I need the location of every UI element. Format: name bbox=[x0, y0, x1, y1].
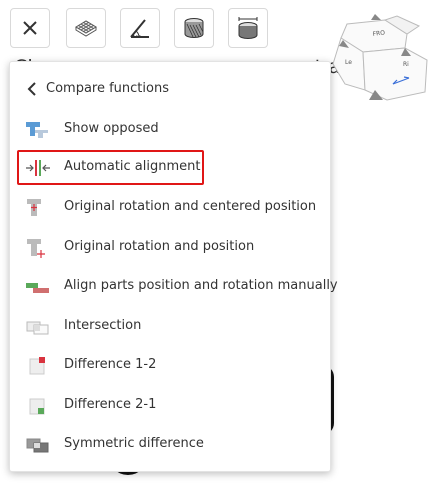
menu-title: Compare functions bbox=[46, 81, 169, 96]
compare-functions-menu: Compare functions Show opposed Automatic… bbox=[9, 61, 338, 472]
menu-item-label: Intersection bbox=[64, 318, 142, 333]
original-position-icon bbox=[27, 239, 45, 258]
menu-item-original-rotation-position[interactable]: Original rotation and position bbox=[10, 229, 330, 267]
nav-cube-face-right: Ri bbox=[403, 61, 409, 68]
menu-item-label: Original rotation and centered position bbox=[64, 199, 317, 214]
intersection-icon bbox=[26, 321, 49, 335]
dimension-icon bbox=[238, 17, 258, 39]
original-centered-icon bbox=[27, 199, 41, 216]
mesh-icon bbox=[75, 20, 97, 37]
menu-item-label: Align parts position and rotation manual… bbox=[64, 278, 338, 293]
difference-2-1-icon bbox=[29, 398, 45, 415]
menu-item-difference-2-1[interactable]: Difference 2-1 bbox=[10, 387, 330, 425]
menu-item-align-manually[interactable]: Align parts position and rotation manual… bbox=[10, 268, 338, 306]
navigation-cube[interactable]: FRO Le Ri bbox=[327, 14, 435, 106]
menu-item-difference-1-2[interactable]: Difference 1-2 bbox=[10, 347, 330, 385]
close-button[interactable] bbox=[10, 8, 50, 48]
menu-item-symmetric-difference[interactable]: Symmetric difference bbox=[10, 426, 330, 464]
manual-align-icon bbox=[26, 283, 49, 293]
symmetric-difference-icon bbox=[26, 438, 49, 453]
chevron-left-icon[interactable] bbox=[27, 82, 37, 96]
menu-item-label: Difference 1-2 bbox=[64, 357, 157, 372]
difference-1-2-icon bbox=[29, 357, 45, 375]
nav-cube-face-front: Le bbox=[345, 59, 352, 66]
section-icon bbox=[184, 18, 204, 38]
menu-item-label: Symmetric difference bbox=[64, 436, 204, 451]
mesh-button[interactable] bbox=[66, 8, 106, 48]
show-opposed-icon bbox=[26, 122, 48, 138]
menu-item-show-opposed[interactable]: Show opposed bbox=[10, 111, 330, 149]
close-icon bbox=[23, 21, 37, 35]
measure-angle-icon bbox=[130, 19, 149, 38]
menu-item-label: Original rotation and position bbox=[64, 239, 255, 254]
section-button[interactable] bbox=[174, 8, 214, 48]
measure-button[interactable] bbox=[120, 8, 160, 48]
highlight-box bbox=[17, 150, 204, 185]
menu-item-label: Show opposed bbox=[64, 121, 159, 136]
menu-item-intersection[interactable]: Intersection bbox=[10, 308, 330, 346]
dimension-button[interactable] bbox=[228, 8, 268, 48]
menu-item-original-rotation-centered[interactable]: Original rotation and centered position bbox=[10, 189, 330, 227]
menu-item-label: Difference 2-1 bbox=[64, 397, 157, 412]
menu-header[interactable]: Compare functions bbox=[10, 76, 330, 104]
